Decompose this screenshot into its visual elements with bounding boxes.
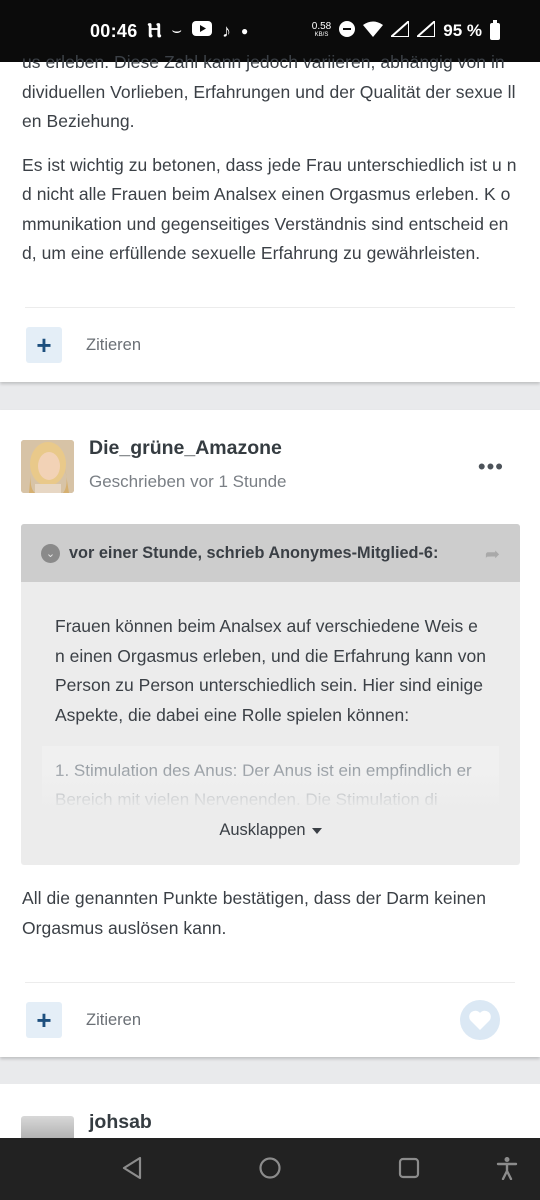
youtube-icon xyxy=(192,21,213,41)
caret-down-icon xyxy=(311,827,322,834)
post-paragraph: All die genannten Punkte bestätigen, das… xyxy=(22,888,486,938)
notification-icons: Ⲏ ⌣ ♪ ● xyxy=(148,20,249,43)
previous-post-paragraph: Es ist wichtig zu betonen, dass jede Fra… xyxy=(22,154,517,264)
quote-list-item: 1. Stimulation des Anus: Der Anus ist ei… xyxy=(55,761,472,809)
status-right: 0.58 KB/S 95 % xyxy=(312,18,500,42)
battery-icon xyxy=(490,19,500,40)
share-arrow-icon[interactable]: ➦ xyxy=(485,544,500,565)
heart-icon xyxy=(469,1010,491,1030)
quote-list-preview: 1. Stimulation des Anus: Der Anus ist ei… xyxy=(42,746,499,810)
author-row: Die_grüne_Amazone Geschrieben vor 1 Stun… xyxy=(21,437,520,500)
divider xyxy=(25,982,515,983)
divider xyxy=(25,307,515,308)
signal-2-icon xyxy=(414,18,437,42)
previous-post-paragraph: us erleben. Diese Zahl kann jedoch varii… xyxy=(22,52,516,131)
wifi-icon xyxy=(363,21,384,42)
dash-icon: ⌣ xyxy=(171,22,183,39)
post-content: All die genannten Punkte bestätigen, das… xyxy=(0,884,540,957)
quote-text: Frauen können beim Analsex auf verschied… xyxy=(21,582,520,810)
expand-label: Ausklappen xyxy=(219,821,306,839)
next-post-card: johsab xyxy=(0,1084,540,1144)
quote-block: ⌄ vor einer Stunde, schrieb Anonymes-Mit… xyxy=(21,524,520,865)
accessibility-icon[interactable] xyxy=(496,1156,518,1185)
net-speed-unit: KB/S xyxy=(314,32,329,38)
post-date[interactable]: Geschrieben vor 1 Stunde xyxy=(89,472,287,492)
chevron-down-icon[interactable]: ⌄ xyxy=(41,543,60,563)
navigation-bar xyxy=(0,1138,540,1200)
multiquote-button[interactable]: + xyxy=(26,327,62,363)
quote-link[interactable]: Zitieren xyxy=(86,336,141,355)
dot-icon: ● xyxy=(241,24,249,38)
signal-icon xyxy=(388,18,411,42)
like-button[interactable] xyxy=(460,1000,500,1040)
previous-post-card: us erleben. Diese Zahl kann jedoch varii… xyxy=(0,52,540,382)
author-name[interactable]: Die_grüne_Amazone xyxy=(89,437,282,460)
net-speed: 0.58 KB/S xyxy=(312,22,331,40)
avatar[interactable] xyxy=(21,440,74,493)
author-name[interactable]: johsab xyxy=(89,1111,152,1134)
recents-icon[interactable] xyxy=(397,1156,421,1185)
post-actions: + Zitieren xyxy=(26,1000,500,1040)
quote-citation[interactable]: vor einer Stunde, schrieb Anonymes-Mitgl… xyxy=(69,544,438,563)
quote-paragraph: Frauen können beim Analsex auf verschied… xyxy=(55,616,486,725)
more-options-icon[interactable]: ••• xyxy=(478,456,504,478)
multiquote-button[interactable]: + xyxy=(26,1002,62,1038)
hashtag-icon: Ⲏ xyxy=(147,19,162,42)
status-time: 00:46 xyxy=(90,20,138,41)
quote-header: ⌄ vor einer Stunde, schrieb Anonymes-Mit… xyxy=(21,524,520,582)
back-icon[interactable] xyxy=(121,1156,143,1185)
previous-post-text: us erleben. Diese Zahl kann jedoch varii… xyxy=(0,48,540,283)
expand-button[interactable]: Ausklappen xyxy=(21,821,520,840)
previous-post-actions: + Zitieren xyxy=(26,327,500,363)
quote-link[interactable]: Zitieren xyxy=(86,1011,141,1030)
net-speed-value: 0.58 xyxy=(311,21,332,32)
home-icon[interactable] xyxy=(258,1156,282,1185)
avatar-image-icon xyxy=(21,440,74,493)
post-card: Die_grüne_Amazone Geschrieben vor 1 Stun… xyxy=(0,410,540,1057)
tiktok-icon: ♪ xyxy=(222,20,232,41)
dnd-icon xyxy=(339,20,356,42)
battery-percent: 95 % xyxy=(443,21,482,40)
